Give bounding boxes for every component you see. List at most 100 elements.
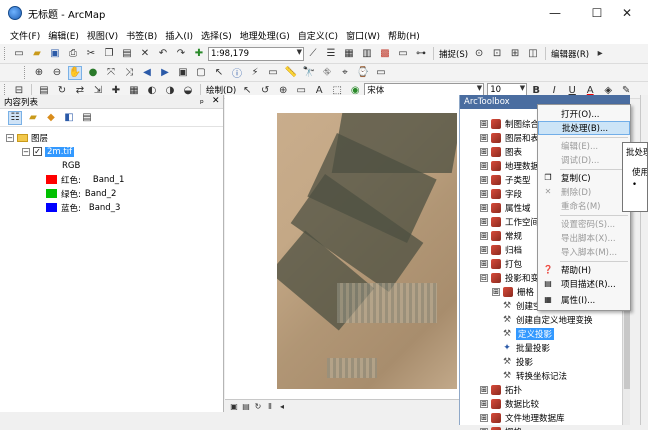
toolset-row[interactable]: ⊞ 打包 (480, 257, 522, 270)
save-icon[interactable]: ▣ (48, 47, 62, 61)
layout-view-icon[interactable]: ▤ (241, 401, 251, 411)
full-extent-globe-icon[interactable]: ● (86, 66, 100, 80)
find-icon[interactable]: 🔭 (302, 66, 316, 80)
hyperlink-icon[interactable]: ⚡ (248, 66, 262, 80)
menu-set-password[interactable]: 设置密码(S)... (538, 217, 630, 231)
toolset-row[interactable]: ⊞栅格 (480, 425, 522, 430)
map-view[interactable]: ▣ ▤ ↻ Ⅱ ◂ (225, 95, 459, 412)
raster-layer-label[interactable]: 2m.tif (45, 146, 75, 157)
expand-icon[interactable]: ⊞ (480, 245, 488, 254)
menu-debug[interactable]: 调试(D)... (538, 153, 630, 167)
undo-icon[interactable]: ↶ (156, 47, 170, 61)
toolset-row[interactable]: ⊞ 子类型 (480, 173, 531, 186)
map-scale-combo[interactable]: 1:98,179 ▼ (208, 46, 304, 61)
print-icon[interactable]: ⎙ (66, 47, 80, 61)
fixed-zoom-out-icon[interactable]: ⤨ (122, 66, 136, 80)
tool-row-selected[interactable]: ⚒ 定义投影 (502, 327, 555, 340)
select-elements-icon[interactable]: ↖ (212, 66, 226, 80)
expand-icon[interactable]: ⊞ (480, 161, 488, 170)
toc-options-icon[interactable]: ▤ (80, 111, 94, 125)
arctoolbox-icon[interactable]: ▩ (378, 47, 392, 61)
clear-selection-icon[interactable]: ▢ (194, 66, 208, 80)
end-snapping-icon[interactable]: ⊡ (490, 47, 504, 61)
model-builder-icon[interactable]: ⊶ (414, 47, 428, 61)
zoom-out-icon[interactable]: ⊖ (50, 66, 64, 80)
redo-icon[interactable]: ↷ (174, 47, 188, 61)
list-by-drawing-order-icon[interactable]: ☷ (8, 110, 22, 125)
expand-icon[interactable]: ⊞ (492, 287, 500, 296)
edit-tool-icon[interactable]: ▸ (593, 47, 607, 61)
toolset-row[interactable]: ⊞ 归档 (480, 243, 522, 256)
create-viewer-window-icon[interactable]: ▭ (374, 66, 388, 80)
minimize-button[interactable]: — (534, 0, 576, 26)
layer-visibility-checkbox[interactable]: ✓ (33, 147, 42, 156)
toolset-row[interactable]: ⊞ 字段 (480, 187, 522, 200)
menu-file[interactable]: 文件(F) (6, 29, 44, 42)
expand-icon[interactable]: ⊞ (480, 147, 488, 156)
pin-icon[interactable]: ₚ (200, 96, 204, 106)
menu-geoprocessing[interactable]: 地理处理(G) (236, 29, 294, 42)
menu-help[interactable]: 帮助(H) (384, 29, 424, 42)
expand-icon[interactable]: ⊞ (480, 259, 488, 268)
menu-batch[interactable]: 批处理(B)... (538, 121, 630, 135)
add-data-icon[interactable]: ✚ (192, 47, 206, 61)
pause-drawing-icon[interactable]: Ⅱ (265, 401, 275, 411)
expand-icon[interactable]: ⊞ (480, 189, 488, 198)
fixed-zoom-in-icon[interactable]: ⤧ (104, 66, 118, 80)
go-back-icon[interactable]: ◀ (140, 66, 154, 80)
expand-icon[interactable]: ⊞ (480, 175, 488, 184)
vertex-snapping-icon[interactable]: ⊞ (508, 47, 522, 61)
menu-import-script[interactable]: 导入脚本(M)... (538, 245, 630, 259)
measure-icon[interactable]: 📏 (284, 66, 298, 80)
layer-group-row[interactable]: − 图层 (6, 131, 48, 144)
expand-icon[interactable]: ⊞ (480, 119, 488, 128)
expand-icon[interactable]: ⊞ (480, 217, 488, 226)
menu-help[interactable]: ❓ 帮助(H) (538, 263, 630, 277)
scroll-left-icon[interactable]: ◂ (277, 401, 287, 411)
toolbar-grip[interactable] (4, 47, 7, 60)
tool-row[interactable]: ✦ 批量投影 (502, 341, 550, 354)
html-popup-icon[interactable]: ▭ (266, 66, 280, 80)
time-slider-icon[interactable]: ⌚ (356, 66, 370, 80)
toolbar-grip[interactable] (24, 66, 27, 79)
expand-icon[interactable]: ⊞ (480, 133, 488, 142)
close-window-button[interactable]: ✕ (606, 0, 648, 26)
menu-delete[interactable]: ✕ 删除(D) (538, 185, 630, 199)
toc-close-icon[interactable]: ✕ (212, 96, 220, 106)
menu-rename[interactable]: 重命名(M) (538, 199, 630, 213)
python-window-icon[interactable]: ▭ (396, 47, 410, 61)
edge-snapping-icon[interactable]: ◫ (526, 47, 540, 61)
tool-row[interactable]: ⚒ 转换坐标记法 (502, 369, 567, 382)
menu-export-script[interactable]: 导出脚本(X)... (538, 231, 630, 245)
collapse-icon[interactable]: ⊟ (480, 273, 488, 282)
expand-icon[interactable]: ⊞ (480, 385, 488, 394)
menu-copy[interactable]: ❐ 复制(C) (538, 171, 630, 185)
find-route-icon[interactable]: ⛗ (320, 66, 334, 80)
collapse-icon[interactable]: − (6, 133, 14, 142)
list-by-selection-icon[interactable]: ◧ (62, 111, 76, 125)
raster-layer-row[interactable]: − ✓ 2m.tif (22, 145, 75, 158)
expand-icon[interactable]: ⊞ (480, 231, 488, 240)
snapping-dropdown[interactable]: 捕捉(S) (439, 48, 468, 60)
expand-icon[interactable]: ⊞ (480, 399, 488, 408)
toolset-row[interactable]: ⊞ 工作空间 (480, 215, 539, 228)
menu-edit[interactable]: 编辑(E)... (538, 139, 630, 153)
cut-icon[interactable]: ✂ (84, 47, 98, 61)
toolset-row[interactable]: ⊞ 拓扑 (480, 383, 522, 396)
menu-properties[interactable]: ▦ 属性(I)... (538, 293, 630, 307)
menu-selection[interactable]: 选择(S) (197, 29, 236, 42)
go-to-xy-icon[interactable]: ⌖ (338, 66, 352, 80)
list-by-visibility-icon[interactable]: ◆ (44, 111, 58, 125)
menu-bookmarks[interactable]: 书签(B) (122, 29, 161, 42)
refresh-icon[interactable]: ↻ (253, 401, 263, 411)
new-document-icon[interactable]: ▭ (12, 47, 26, 61)
data-view-icon[interactable]: ▣ (229, 401, 239, 411)
tool-row[interactable]: ⚒ 投影 (502, 355, 533, 368)
paste-icon[interactable]: ▤ (120, 47, 134, 61)
zoom-in-icon[interactable]: ⊕ (32, 66, 46, 80)
editor-dropdown[interactable]: 编辑器(R) (551, 48, 589, 60)
toolset-row[interactable]: ⊞ 图表 (480, 145, 522, 158)
menu-customize[interactable]: 自定义(C) (294, 29, 342, 42)
identify-icon[interactable]: ⓘ (230, 66, 244, 80)
menu-open[interactable]: 打开(O)... (538, 107, 630, 121)
